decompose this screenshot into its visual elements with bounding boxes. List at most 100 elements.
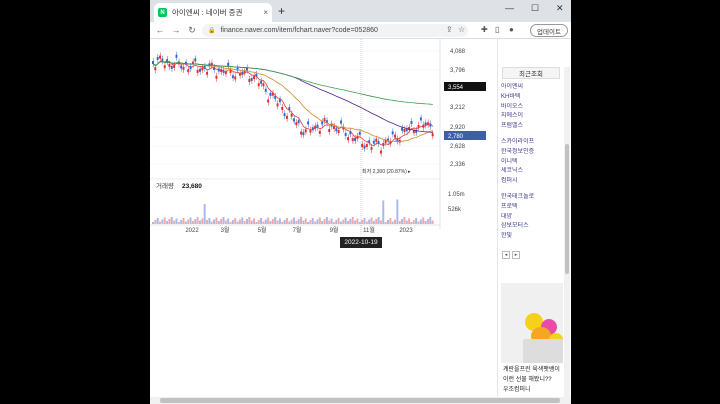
sidepanel-icon[interactable]: ▯	[495, 25, 499, 34]
browser-window: N 아이엔씨 : 네이버 증권 × + — ☐ ✕ ← → ↻ 🔒 financ…	[150, 0, 571, 404]
price-tick-label: 2,628	[450, 144, 466, 150]
back-icon[interactable]: ←	[152, 25, 168, 35]
recent-stock-item[interactable]: 지에스이	[501, 112, 561, 122]
volume-bar	[168, 219, 171, 224]
pager-prev-button[interactable]: ◂	[502, 251, 510, 259]
volume-bar	[255, 222, 258, 224]
recent-stock-item[interactable]: 아이엔씨	[501, 83, 561, 93]
candle-body	[168, 63, 171, 67]
address-bar[interactable]: 🔒 finance.naver.com/item/fchart.naver?co…	[202, 24, 468, 37]
new-tab-button[interactable]: +	[278, 4, 285, 18]
stock-chart[interactable]: 4,088 3,796 3,212 2,920 2,628 2,336 3,554 2,780…	[150, 39, 497, 249]
recent-stock-item[interactable]: 컴퍼시	[501, 177, 561, 187]
bookmark-star-icon[interactable]: ☆	[458, 25, 465, 34]
volume-bar	[253, 218, 255, 224]
volume-bar	[234, 218, 237, 224]
ma120-line	[152, 61, 433, 105]
candle-body	[321, 121, 324, 125]
recent-stock-item[interactable]: 프럼엘스	[501, 122, 561, 132]
share-icon[interactable]: ⇪	[446, 25, 453, 34]
candle-body	[300, 131, 302, 135]
update-button[interactable]: 업데이트	[530, 24, 568, 37]
close-window-icon[interactable]: ✕	[556, 3, 564, 14]
profile-avatar-icon[interactable]: ●	[509, 25, 514, 34]
volume-bar	[246, 219, 248, 224]
tab-title: 아이엔씨 : 네이버 증권	[172, 8, 243, 17]
volume-bar	[361, 220, 364, 224]
recent-stock-item[interactable]: 한국정보인증	[501, 148, 561, 158]
candle-body	[304, 129, 307, 133]
maximize-icon[interactable]: ☐	[531, 3, 539, 14]
volume-bar	[276, 220, 279, 224]
minimize-icon[interactable]: —	[505, 3, 514, 13]
recent-stock-item[interactable]: 바이오스	[501, 103, 561, 113]
candle-body	[295, 122, 298, 126]
candle-body	[340, 120, 342, 124]
volume-bar	[217, 221, 220, 224]
volume-bar	[231, 220, 234, 224]
volume-bar	[156, 218, 159, 224]
recent-stock-item[interactable]: 삼보모터스	[501, 222, 561, 232]
candle-body	[285, 115, 288, 119]
ad-text[interactable]: 계란을프린 육색팻뱅이 이런 선물 해봤니?? 우조컴퍼니	[503, 365, 565, 395]
volume-bar	[309, 220, 312, 224]
volume-bar	[410, 222, 413, 224]
candle-body	[264, 88, 267, 92]
volume-bar	[379, 220, 382, 224]
horizontal-scrollbar[interactable]	[150, 397, 571, 404]
recent-stock-item[interactable]: 세코닉스	[501, 167, 561, 177]
recent-stock-item[interactable]: 스카이라이프	[501, 138, 561, 148]
ad-title: 계란을프린 육색팻뱅이	[503, 367, 560, 373]
lock-icon: 🔒	[208, 28, 216, 34]
candle-body	[410, 121, 413, 125]
volume-bar	[222, 217, 225, 224]
volume-bar	[220, 219, 223, 224]
ad-subtitle: 이런 선물 해봤니??	[503, 377, 552, 383]
candlestick-chart-svg[interactable]: 4,088 3,796 3,212 2,920 2,628 2,336 3,554 2,780…	[150, 39, 497, 249]
volume-bar	[316, 219, 319, 224]
ad-image[interactable]	[501, 283, 563, 363]
volume-bar	[387, 220, 389, 224]
vertical-scroll-thumb[interactable]	[565, 144, 569, 274]
recent-view-header[interactable]: 최근조회	[502, 67, 560, 79]
candle-body	[278, 99, 281, 103]
volume-bar	[332, 222, 335, 224]
ad-advertiser: 우조컴퍼니	[503, 387, 531, 393]
cursor-date-tag: 2022-10-19	[340, 237, 382, 248]
recent-stock-item[interactable]: 한빛	[501, 232, 561, 242]
browser-tab[interactable]: N 아이엔씨 : 네이버 증권 ×	[154, 3, 272, 22]
volume-bar	[215, 217, 218, 224]
candle-body	[290, 113, 293, 117]
volume-bar	[236, 221, 239, 224]
candle-body	[269, 92, 272, 96]
page-blank-area	[150, 249, 497, 404]
recent-stock-item[interactable]: KH바텍	[501, 93, 561, 103]
forward-icon[interactable]: →	[168, 25, 184, 35]
volume-bar	[314, 221, 317, 224]
x-tick-label: 11월	[363, 226, 375, 234]
recent-stock-item[interactable]: 대양	[501, 213, 561, 223]
pager-next-button[interactable]: ▸	[512, 251, 520, 259]
volume-bar	[161, 219, 164, 224]
extensions-icon[interactable]: ✚	[481, 25, 488, 34]
horizontal-scroll-thumb[interactable]	[160, 398, 560, 403]
recent-stock-item[interactable]: 프로텍	[501, 203, 561, 213]
volume-bar	[304, 218, 307, 224]
x-tick-label: 2022	[185, 228, 199, 234]
tab-close-icon[interactable]: ×	[263, 8, 268, 17]
candle-body	[281, 106, 284, 110]
volume-bar	[412, 220, 415, 224]
volume-bar	[300, 217, 302, 224]
recent-stock-item[interactable]: 이니텍	[501, 158, 561, 168]
volume-bar	[248, 217, 251, 224]
volume-bar	[368, 219, 371, 224]
x-tick-label: 3월	[221, 226, 230, 234]
volume-bar	[269, 221, 272, 224]
min-price-annotation: 최저 2,300 (20.87%) ▸	[362, 168, 411, 175]
recent-stock-item[interactable]: 한국테크놀로	[501, 193, 561, 203]
volume-bar	[297, 219, 300, 224]
vertical-scrollbar[interactable]	[564, 67, 570, 404]
reload-icon[interactable]: ↻	[184, 25, 200, 36]
candle-body	[260, 80, 263, 84]
volume-bar	[283, 220, 286, 224]
